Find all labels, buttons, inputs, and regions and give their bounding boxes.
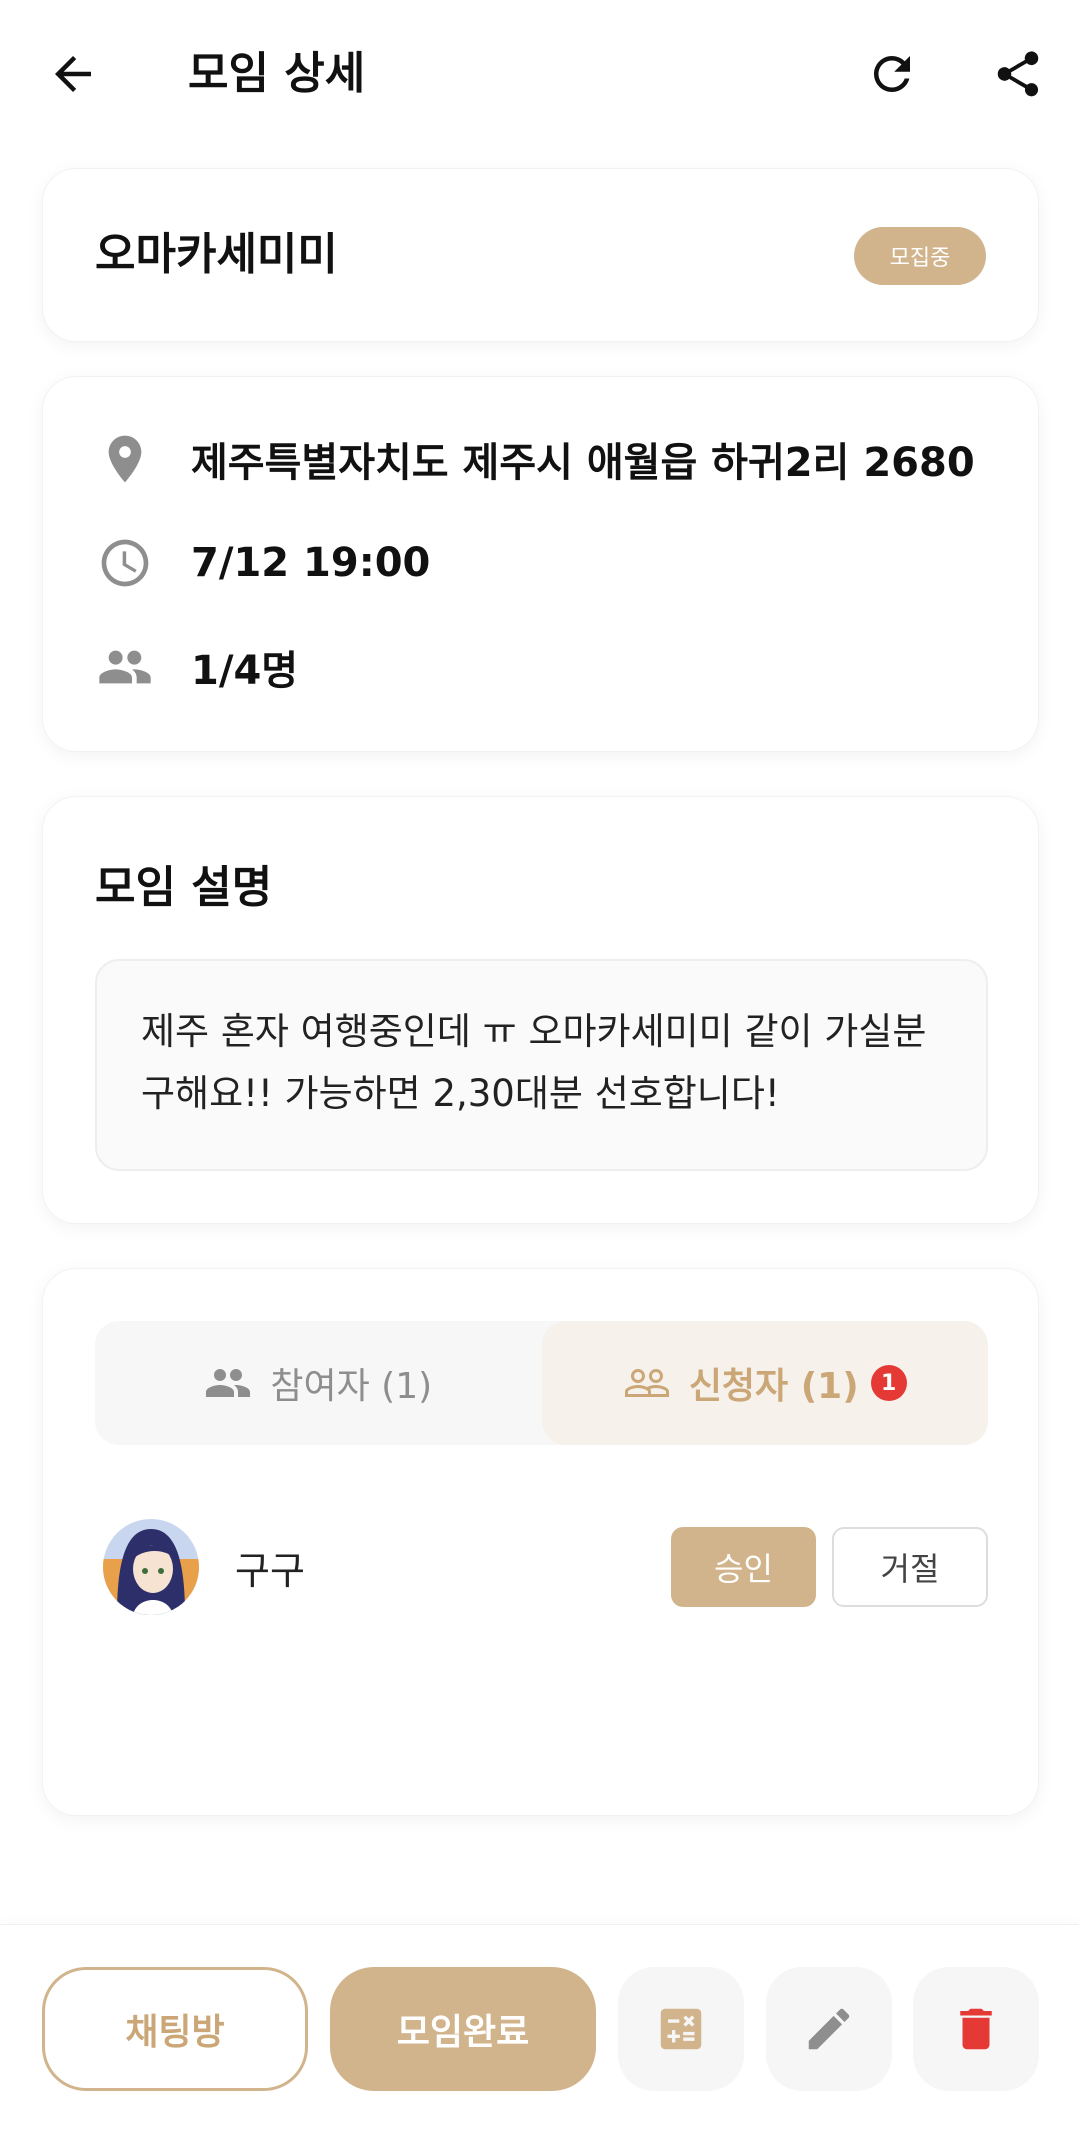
pencil-icon	[808, 2008, 850, 2050]
description-card: 모임 설명 제주 혼자 여행중인데 ㅠ 오마카세미미 같이 가실분 구해요!! …	[42, 796, 1039, 1224]
meeting-name: 오마카세미미	[95, 229, 338, 280]
avatar	[103, 1519, 199, 1615]
description-text: 제주 혼자 여행중인데 ㅠ 오마카세미미 같이 가실분 구해요!! 가능하면 2…	[95, 959, 988, 1171]
capacity-text: 1/4명	[191, 648, 299, 694]
tab-participants-label: 참여자 (1)	[270, 1366, 433, 1407]
meeting-title-card: 오마카세미미 모집중	[42, 168, 1039, 342]
bottom-action-bar: 채팅방 모임완료	[0, 1924, 1079, 2134]
meeting-detail-screen: 모임 상세 오마카세미미 모집중 제주특별자치도 제주시 애월읍 하귀2리 26…	[0, 0, 1079, 2134]
tab-applicants-label: 신청자 (1)	[688, 1366, 859, 1407]
complete-meeting-button[interactable]: 모임완료	[330, 1967, 596, 2091]
capacity-row: 1/4명	[95, 635, 298, 699]
people-icon	[95, 637, 155, 697]
tab-participants[interactable]: 참여자 (1)	[95, 1321, 542, 1445]
reject-button[interactable]: 거절	[832, 1527, 988, 1607]
member-tabs: 참여자 (1) 신청자 (1) 1	[95, 1321, 988, 1445]
delete-button[interactable]	[913, 1967, 1039, 2091]
people-outline-icon	[624, 1369, 669, 1397]
share-button[interactable]	[979, 35, 1057, 113]
approve-button[interactable]: 승인	[671, 1527, 816, 1607]
calculator-button[interactable]	[618, 1967, 744, 2091]
trash-icon	[960, 2008, 992, 2050]
clock-icon	[95, 533, 155, 593]
applicants-count-badge: 1	[870, 1365, 907, 1401]
app-header: 모임 상세	[0, 0, 1079, 150]
page-title: 모임 상세	[188, 48, 366, 99]
location-pin-icon	[95, 429, 155, 489]
arrow-left-icon	[55, 56, 91, 92]
meeting-info-card: 제주특별자치도 제주시 애월읍 하귀2리 2680 7/12 19:00 1/4…	[42, 376, 1039, 752]
edit-button[interactable]	[766, 1967, 892, 2091]
description-heading: 모임 설명	[95, 862, 273, 913]
members-card: 참여자 (1) 신청자 (1) 1 구구 승인 거절	[42, 1268, 1039, 1816]
calculator-icon	[660, 2008, 702, 2050]
list-item: 구구 승인 거절	[95, 1517, 988, 1617]
datetime-text: 7/12 19:00	[191, 540, 431, 586]
back-button[interactable]	[34, 35, 112, 113]
address-text: 제주특별자치도 제주시 애월읍 하귀2리 2680	[191, 440, 975, 486]
applicant-name: 구구	[235, 1548, 305, 1593]
chat-room-button[interactable]: 채팅방	[42, 1967, 308, 2091]
refresh-button[interactable]	[853, 35, 931, 113]
datetime-row: 7/12 19:00	[95, 531, 430, 595]
tab-applicants[interactable]: 신청자 (1) 1	[541, 1321, 988, 1445]
status-badge: 모집중	[854, 227, 986, 285]
share-icon	[997, 51, 1039, 97]
people-icon	[206, 1369, 251, 1397]
address-row: 제주특별자치도 제주시 애월읍 하귀2리 2680	[95, 427, 975, 491]
refresh-icon	[874, 56, 910, 92]
